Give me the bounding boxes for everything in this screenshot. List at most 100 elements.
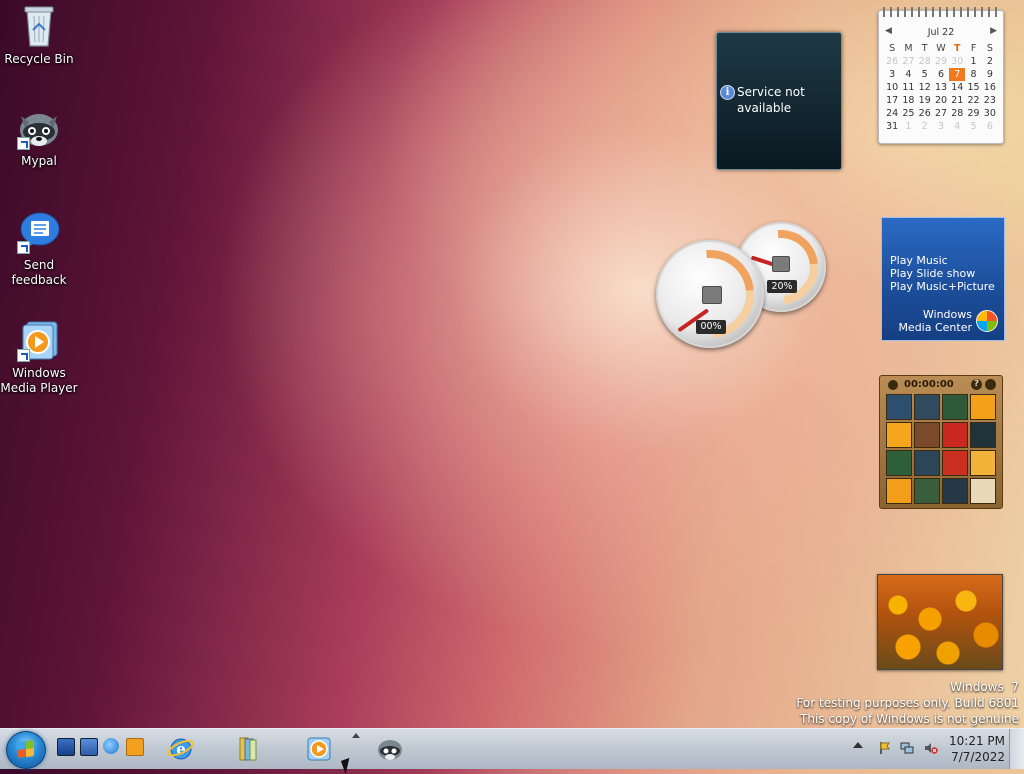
folder-library-icon (239, 737, 257, 761)
puzzle-tile[interactable] (886, 450, 912, 476)
puzzle-tile[interactable] (942, 450, 968, 476)
calendar-day[interactable]: 27 (933, 107, 949, 120)
calendar-day[interactable]: 3 (933, 120, 949, 133)
weekday: F (970, 43, 977, 54)
picture-puzzle-gadget[interactable]: 00:00:00 ? (879, 375, 1003, 509)
clock-time: 10:21 PM (949, 734, 1005, 748)
network-icon[interactable] (900, 741, 914, 755)
calendar-day[interactable]: 6 (982, 120, 998, 133)
puzzle-tile[interactable] (914, 422, 940, 448)
play-music-link[interactable]: Play Music (890, 254, 995, 267)
slideshow-gadget[interactable] (877, 574, 1003, 670)
puzzle-tile[interactable] (886, 478, 912, 504)
show-hidden-icons-icon[interactable] (853, 742, 863, 748)
puzzle-tile[interactable] (970, 422, 996, 448)
puzzle-tile[interactable] (942, 394, 968, 420)
help-icon[interactable]: ? (971, 379, 982, 390)
calendar-day[interactable]: 1 (965, 55, 981, 68)
calendar-day[interactable]: 18 (900, 94, 916, 107)
calendar-day[interactable]: 29 (933, 55, 949, 68)
calendar-day[interactable]: 22 (965, 94, 981, 107)
calendar-day[interactable]: 28 (917, 55, 933, 68)
windows-orb-icon (976, 310, 998, 332)
watermark-line1: Windows 7 (950, 680, 1019, 694)
calendar-day[interactable]: 6 (933, 68, 949, 81)
calendar-day[interactable]: 13 (933, 81, 949, 94)
puzzle-tile[interactable] (970, 478, 996, 504)
calendar-gadget[interactable]: ◀ Jul 22 ▶ S M T W T F S 26 27 28 29 30 … (878, 7, 1004, 144)
start-button[interactable] (6, 731, 46, 769)
shuffle-icon[interactable] (985, 379, 996, 390)
calendar-day[interactable]: 25 (900, 107, 916, 120)
taskbar-internet-explorer[interactable]: e (155, 732, 207, 766)
calendar-day[interactable]: 31 (884, 120, 900, 133)
internet-explorer-ql-icon[interactable] (103, 738, 119, 754)
desktop-icon-windows-media-player[interactable]: Windows Media Player (0, 318, 78, 396)
calendar-day[interactable]: 1 (900, 120, 916, 133)
calendar-day[interactable]: 23 (982, 94, 998, 107)
calendar-day[interactable]: 24 (884, 107, 900, 120)
puzzle-tile[interactable] (914, 394, 940, 420)
puzzle-tile[interactable] (914, 450, 940, 476)
calendar-day[interactable]: 3 (884, 68, 900, 81)
calendar-day[interactable]: 30 (949, 55, 965, 68)
puzzle-tile[interactable] (914, 478, 940, 504)
calendar-day[interactable]: 5 (965, 120, 981, 133)
calendar-day[interactable]: 11 (900, 81, 916, 94)
calendar-day[interactable]: 14 (949, 81, 965, 94)
taskbar-mypal[interactable] (364, 732, 416, 766)
puzzle-tile[interactable] (970, 394, 996, 420)
calendar-day[interactable]: 10 (884, 81, 900, 94)
taskbar-clock[interactable]: 10:21 PM 7/7/2022 (945, 733, 1005, 765)
clock-icon (888, 380, 898, 390)
calendar-day[interactable]: 26 (884, 55, 900, 68)
media-center-gadget[interactable]: Play Music Play Slide show Play Music+Pi… (881, 217, 1005, 341)
show-desktop-button[interactable] (1009, 729, 1024, 769)
calendar-day[interactable]: 27 (900, 55, 916, 68)
calendar-day[interactable]: 17 (884, 94, 900, 107)
volume-muted-icon[interactable] (924, 741, 938, 755)
puzzle-tile[interactable] (970, 450, 996, 476)
calendar-day[interactable]: 15 (965, 81, 981, 94)
puzzle-tile[interactable] (886, 422, 912, 448)
puzzle-tile[interactable] (942, 478, 968, 504)
puzzle-tile[interactable] (942, 422, 968, 448)
weekday: T (954, 43, 961, 54)
calendar-day-today[interactable]: 7 (949, 68, 966, 81)
taskbar-overflow-icon[interactable] (352, 733, 360, 738)
taskbar-windows-explorer[interactable] (222, 732, 274, 766)
puzzle-tile[interactable] (886, 394, 912, 420)
taskbar-windows-media-player[interactable] (293, 732, 345, 766)
calendar-day[interactable]: 12 (917, 81, 933, 94)
desktop-icon-mypal[interactable]: Mypal (0, 106, 78, 169)
calendar-day[interactable]: 21 (949, 94, 965, 107)
calendar-day[interactable]: 29 (965, 107, 981, 120)
calendar-day[interactable]: 8 (965, 68, 981, 81)
action-center-flag-icon[interactable] (878, 741, 892, 755)
weather-gadget[interactable]: i Service not available (716, 32, 842, 170)
desktop-icon-label: Windows Media Player (0, 366, 78, 395)
calendar-day[interactable]: 2 (982, 55, 998, 68)
calendar-day[interactable]: 28 (949, 107, 965, 120)
desktop-icon-send-feedback[interactable]: Send feedback (0, 210, 78, 288)
calendar-day[interactable]: 30 (982, 107, 998, 120)
desktop-icon-recycle-bin[interactable]: Recycle Bin (0, 4, 78, 67)
calendar-day[interactable]: 26 (917, 107, 933, 120)
calendar-day[interactable]: 5 (917, 68, 933, 81)
calendar-day[interactable]: 9 (982, 68, 998, 81)
switch-windows-icon[interactable] (80, 738, 98, 756)
show-desktop-ql-icon[interactable] (57, 738, 75, 756)
calendar-day[interactable]: 16 (982, 81, 998, 94)
desktop-icon-label: Send feedback (11, 258, 67, 287)
calendar-week-row: 26 27 28 29 30 1 2 (884, 55, 998, 68)
calendar-day[interactable]: 4 (949, 120, 965, 133)
play-slideshow-link[interactable]: Play Slide show (890, 267, 995, 280)
desktop: Recycle Bin Mypal Send feedback Windows … (0, 0, 1024, 728)
calendar-next-icon[interactable]: ▶ (990, 26, 997, 36)
media-player-ql-icon[interactable] (126, 738, 144, 756)
calendar-day[interactable]: 19 (917, 94, 933, 107)
calendar-day[interactable]: 2 (917, 120, 933, 133)
play-music-picture-link[interactable]: Play Music+Picture (890, 280, 995, 293)
calendar-day[interactable]: 4 (900, 68, 916, 81)
calendar-day[interactable]: 20 (933, 94, 949, 107)
